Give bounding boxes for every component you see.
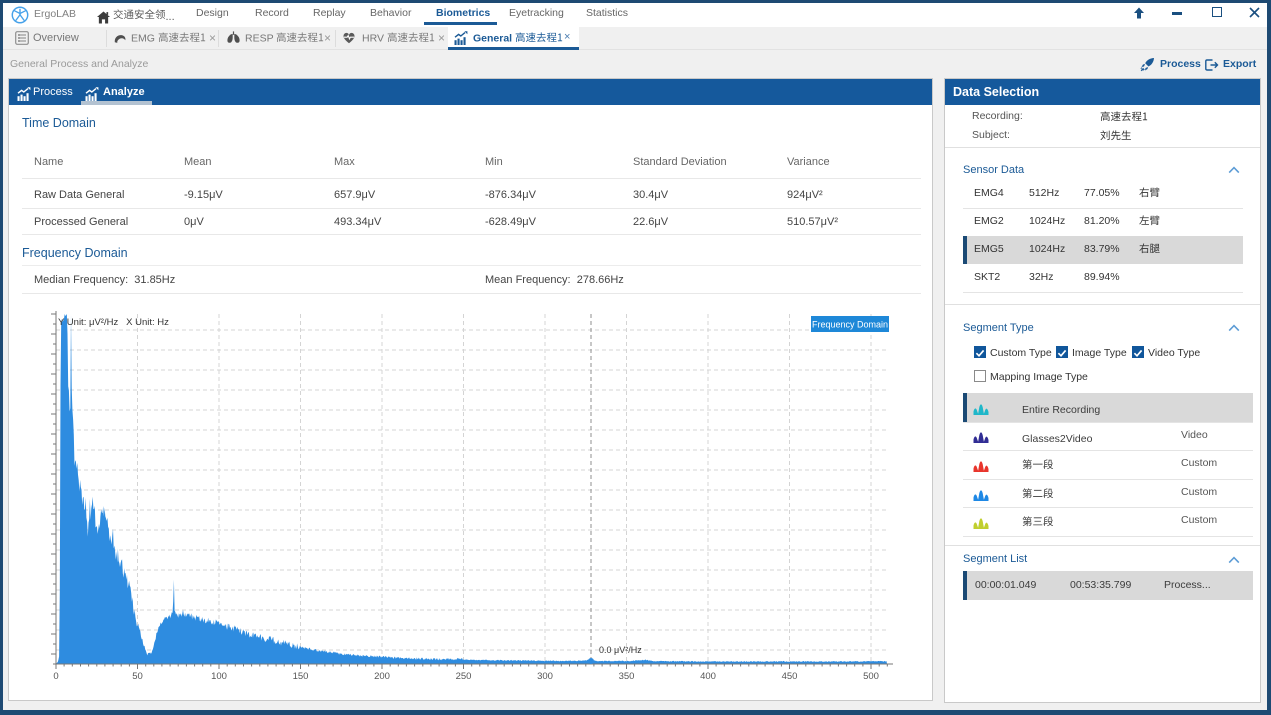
svg-text:300: 300 — [537, 671, 553, 682]
svg-text:400: 400 — [700, 671, 716, 682]
svg-text:100: 100 — [211, 671, 227, 682]
svg-text:0: 0 — [53, 671, 58, 682]
svg-text:0.0 μV²/Hz: 0.0 μV²/Hz — [599, 645, 642, 655]
svg-text:50: 50 — [132, 671, 143, 682]
svg-text:500: 500 — [863, 671, 879, 682]
svg-text:250: 250 — [456, 671, 472, 682]
svg-text:Frequency Domain: Frequency Domain — [812, 320, 888, 330]
svg-text:150: 150 — [293, 671, 309, 682]
svg-text:350: 350 — [619, 671, 635, 682]
svg-text:Y Unit: μV²/Hz X Unit: Hz: Y Unit: μV²/Hz X Unit: Hz — [58, 317, 169, 328]
svg-text:450: 450 — [782, 671, 798, 682]
svg-text:200: 200 — [374, 671, 390, 682]
